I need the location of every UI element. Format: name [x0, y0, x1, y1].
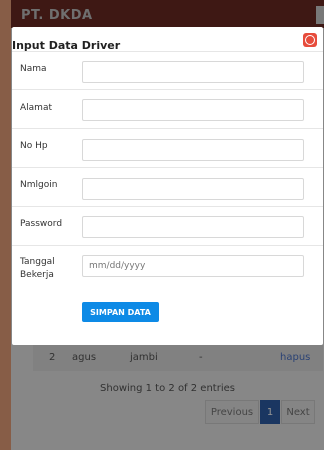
field-label-alamat: Alamat	[20, 103, 52, 113]
field-label-nama: Nama	[20, 64, 47, 74]
field-label-nmlgoin: Nmlgoin	[20, 180, 58, 190]
nama-input[interactable]	[82, 61, 304, 83]
password-input[interactable]	[82, 216, 304, 238]
form-row-tanggal-bekerja: Tanggal Bekerja	[12, 245, 323, 292]
nmlgoin-input[interactable]	[82, 178, 304, 200]
tanggal-bekerja-input[interactable]	[82, 255, 304, 277]
alamat-input[interactable]	[82, 99, 304, 121]
form-row-no-hp: No Hp	[12, 128, 323, 168]
no-hp-input[interactable]	[82, 139, 304, 161]
form-row-nama: Nama	[12, 51, 323, 90]
simpan-data-button[interactable]: SIMPAN DATA	[82, 302, 159, 322]
input-driver-modal: Input Data Driver Nama Alamat No Hp Nmlg…	[12, 27, 323, 345]
field-label-no-hp: No Hp	[20, 141, 48, 151]
field-label-tanggal-bekerja: Tanggal Bekerja	[20, 257, 55, 280]
form-row-alamat: Alamat	[12, 89, 323, 129]
field-label-password: Password	[20, 219, 63, 229]
form-row-password: Password	[12, 206, 323, 246]
close-icon[interactable]	[303, 33, 317, 47]
form-row-nmlgoin: Nmlgoin	[12, 167, 323, 207]
